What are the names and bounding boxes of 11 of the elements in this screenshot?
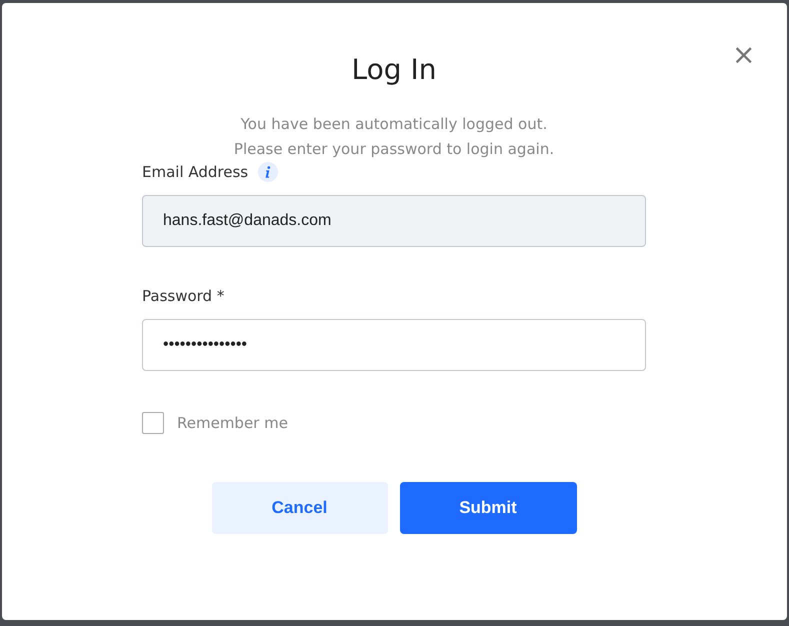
field-label: Password *	[142, 286, 224, 306]
cancel-button[interactable]: Cancel	[212, 482, 388, 534]
close-button[interactable]: ×	[732, 41, 756, 69]
field-label: Email Address	[142, 162, 248, 182]
checkbox[interactable]	[142, 412, 164, 434]
checkbox-label: Remember me	[177, 414, 288, 432]
submit-button[interactable]: Submit	[400, 482, 576, 534]
logout-message: You have been automatically logged out. Please enter your password to login again.	[234, 114, 554, 160]
info-icon[interactable]	[258, 162, 278, 182]
password-field[interactable]: •••••••••••••••	[142, 319, 646, 371]
dialog-title: Log In	[352, 52, 436, 88]
